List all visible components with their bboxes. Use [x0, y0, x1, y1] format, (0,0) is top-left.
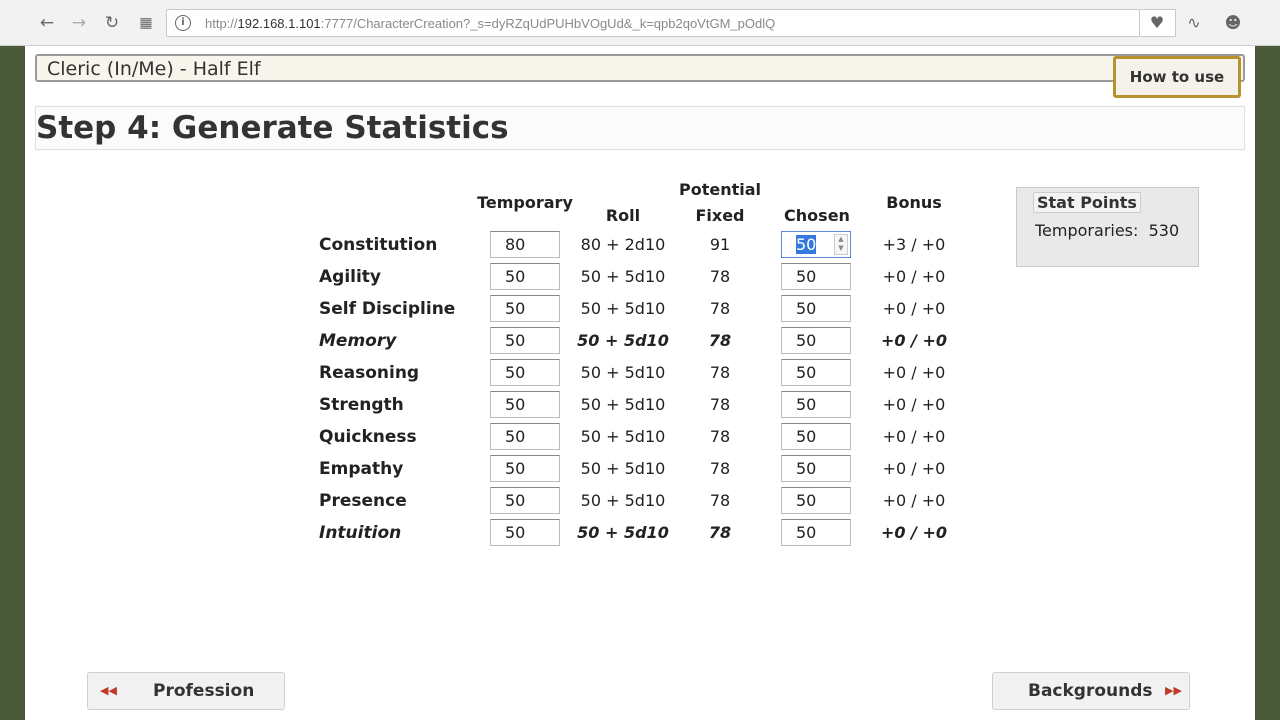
roll-value: 50 + 5d10: [580, 363, 666, 382]
url-host: 192.168.1.101: [237, 16, 321, 31]
heart-icon[interactable]: ♥: [1144, 10, 1170, 36]
stat-name: Memory: [319, 331, 397, 351]
bonus-value: +0 / +0: [882, 267, 946, 286]
page-content: Cleric (In/Me) - Half Elf How to use Ste…: [25, 46, 1255, 720]
chosen-input[interactable]: 50: [781, 391, 851, 418]
temporary-input[interactable]: 50: [490, 263, 560, 290]
roll-value: 80 + 2d10: [580, 235, 666, 254]
info-icon[interactable]: i: [175, 15, 191, 31]
temporary-input[interactable]: 50: [490, 519, 560, 546]
previous-step-label: Profession: [153, 681, 255, 701]
chosen-input[interactable]: 50: [781, 487, 851, 514]
double-arrow-right-icon: ▶▶: [1165, 684, 1182, 697]
stat-name: Constitution: [319, 235, 438, 255]
stat-name: Presence: [319, 491, 407, 511]
fixed-value: 78: [709, 459, 731, 478]
bonus-value: +0 / +0: [882, 299, 946, 318]
temporaries-value: 530: [1148, 221, 1180, 240]
apps-grid-icon[interactable]: ▦: [135, 12, 157, 34]
fixed-value: 91: [709, 235, 731, 254]
stat-name: Agility: [319, 267, 382, 287]
chosen-input[interactable]: 50: [781, 263, 851, 290]
url-text[interactable]: http://192.168.1.101:7777/CharacterCreat…: [205, 16, 775, 31]
how-to-use-button[interactable]: How to use: [1113, 56, 1241, 98]
bonus-value: +0 / +0: [880, 523, 948, 542]
rss-icon[interactable]: ∿: [1181, 10, 1207, 36]
page-title: Step 4: Generate Statistics: [36, 110, 509, 146]
header-fixed: Fixed: [695, 206, 745, 225]
fixed-value: 78: [709, 491, 731, 510]
back-icon[interactable]: ←: [36, 12, 58, 34]
fixed-value: 78: [709, 299, 731, 318]
temporary-input[interactable]: 50: [490, 391, 560, 418]
fixed-value: 78: [708, 331, 732, 350]
temporary-input[interactable]: 50: [490, 487, 560, 514]
chosen-input[interactable]: 50: [781, 359, 851, 386]
chosen-input[interactable]: 50: [781, 519, 851, 546]
bonus-value: +0 / +0: [882, 427, 946, 446]
chosen-input[interactable]: 50: [781, 295, 851, 322]
fixed-value: 78: [709, 427, 731, 446]
header-temporary: Temporary: [477, 193, 573, 212]
fixed-value: 78: [709, 395, 731, 414]
stat-name: Reasoning: [319, 363, 420, 383]
roll-value: 50 + 5d10: [580, 395, 666, 414]
temporary-input[interactable]: 50: [490, 295, 560, 322]
next-step-button[interactable]: Backgrounds ▶▶: [992, 672, 1190, 710]
chosen-input[interactable]: 50: [781, 423, 851, 450]
forward-icon[interactable]: →: [68, 12, 90, 34]
spinner-arrows-icon[interactable]: ▲ ▼: [834, 234, 848, 255]
roll-value: 50 + 5d10: [580, 491, 666, 510]
temporary-input[interactable]: 80: [490, 231, 560, 258]
temporary-input[interactable]: 50: [490, 327, 560, 354]
bonus-value: +0 / +0: [882, 459, 946, 478]
url-path: :7777/CharacterCreation?_s=dyRZqUdPUHbVO…: [320, 16, 776, 31]
stat-name: Strength: [319, 395, 404, 415]
stat-name: Quickness: [319, 427, 417, 447]
temporary-input[interactable]: 50: [490, 423, 560, 450]
bonus-value: +3 / +0: [882, 235, 946, 254]
stat-name: Empathy: [319, 459, 404, 479]
bonus-value: +0 / +0: [882, 491, 946, 510]
chosen-input[interactable]: 50: [781, 455, 851, 482]
chosen-input[interactable]: 50 ▲ ▼: [781, 231, 851, 258]
header-potential: Potential: [678, 180, 762, 199]
roll-value: 50 + 5d10: [580, 459, 666, 478]
character-summary-bar: Cleric (In/Me) - Half Elf: [35, 54, 1245, 82]
header-roll: Roll: [605, 206, 641, 225]
profile-icon[interactable]: ☻: [1220, 10, 1246, 36]
temporary-input[interactable]: 50: [490, 359, 560, 386]
fixed-value: 78: [709, 363, 731, 382]
roll-value: 50 + 5d10: [577, 331, 669, 350]
reload-icon[interactable]: ↻: [101, 12, 123, 34]
browser-toolbar: ← → ↻ ▦ i http://192.168.1.101:7777/Char…: [0, 0, 1280, 46]
previous-step-button[interactable]: ◀◀ Profession: [87, 672, 285, 710]
roll-value: 50 + 5d10: [580, 299, 666, 318]
next-step-label: Backgrounds: [1028, 681, 1153, 701]
roll-value: 50 + 5d10: [580, 267, 666, 286]
step-header: Step 4: Generate Statistics: [35, 106, 1245, 150]
url-prefix: http://: [205, 16, 238, 31]
stat-points-legend: Stat Points: [1033, 192, 1141, 213]
character-title: Cleric (In/Me) - Half Elf: [47, 58, 261, 80]
address-bar[interactable]: i http://192.168.1.101:7777/CharacterCre…: [166, 9, 1140, 37]
fixed-value: 78: [708, 523, 732, 542]
header-bonus: Bonus: [886, 193, 942, 212]
fixed-value: 78: [709, 267, 731, 286]
temporaries-label: Temporaries:: [1035, 221, 1139, 240]
chosen-input[interactable]: 50: [781, 327, 851, 354]
temporary-input[interactable]: 50: [490, 455, 560, 482]
stat-points-panel: Stat Points Temporaries: 530: [1016, 187, 1199, 267]
roll-value: 50 + 5d10: [580, 427, 666, 446]
double-arrow-left-icon: ◀◀: [100, 684, 117, 697]
bonus-value: +0 / +0: [882, 395, 946, 414]
roll-value: 50 + 5d10: [577, 523, 669, 542]
stat-name: Intuition: [319, 523, 402, 543]
temporaries-summary: Temporaries: 530: [1035, 221, 1179, 240]
bonus-value: +0 / +0: [880, 331, 948, 350]
header-chosen: Chosen: [784, 206, 850, 225]
bonus-value: +0 / +0: [882, 363, 946, 382]
stat-name: Self Discipline: [319, 299, 456, 319]
chosen-value: 50: [796, 235, 817, 254]
